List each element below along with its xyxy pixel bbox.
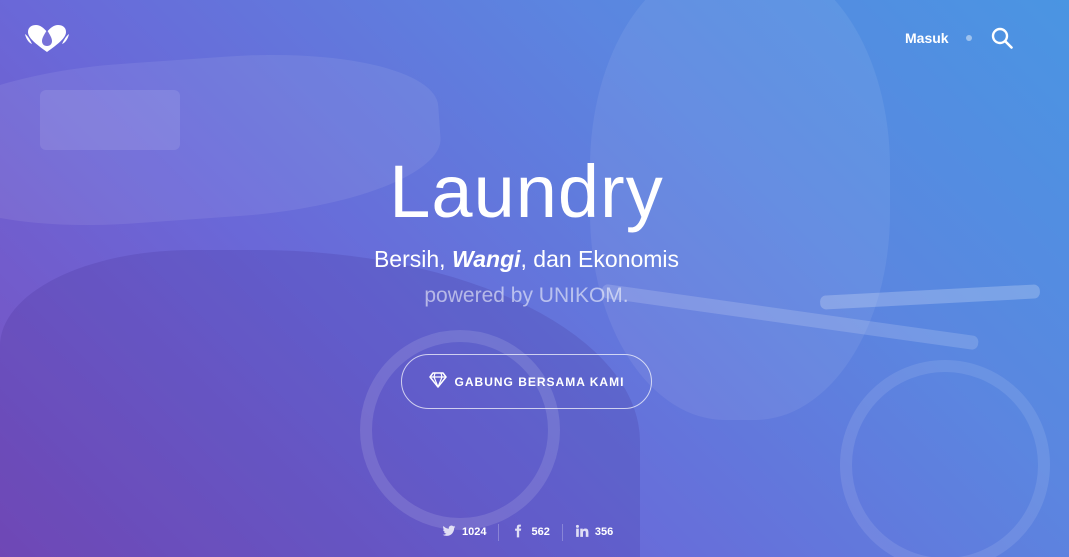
diamond-icon (428, 372, 447, 391)
hero-subtitle: Bersih, Wangi, dan Ekonomis (0, 244, 1053, 274)
search-icon[interactable] (991, 27, 1013, 49)
powered-by-text: powered by UNIKOM. (424, 284, 629, 307)
twitter-icon (442, 524, 456, 541)
subtitle-part: Bersih, (373, 246, 452, 272)
twitter-count: 1024 (462, 526, 487, 538)
subtitle-part: , dan Ekonomis (520, 246, 680, 272)
facebook-icon (511, 524, 525, 541)
login-link[interactable]: Masuk (905, 30, 949, 46)
linkedin-icon (575, 524, 589, 541)
facebook-share[interactable]: 562 (498, 523, 561, 541)
bg-shape (40, 90, 180, 150)
bike-wheel-shape (840, 360, 1050, 557)
join-us-label: GABUNG BERSAMA KAMI (454, 374, 625, 389)
facebook-count: 562 (531, 526, 550, 538)
page-title: Laundry (389, 150, 664, 233)
subtitle-emphasis: Wangi (451, 246, 521, 272)
linkedin-share[interactable]: 356 (561, 523, 625, 541)
social-counters: 1024 562 356 (430, 520, 625, 544)
twitter-share[interactable]: 1024 (430, 524, 498, 541)
linkedin-count: 356 (594, 526, 614, 538)
nav-separator-dot (966, 35, 972, 41)
hero-background (0, 0, 1069, 557)
join-us-button[interactable]: GABUNG BERSAMA KAMI (401, 354, 652, 409)
heart-drop-logo[interactable] (24, 24, 70, 54)
